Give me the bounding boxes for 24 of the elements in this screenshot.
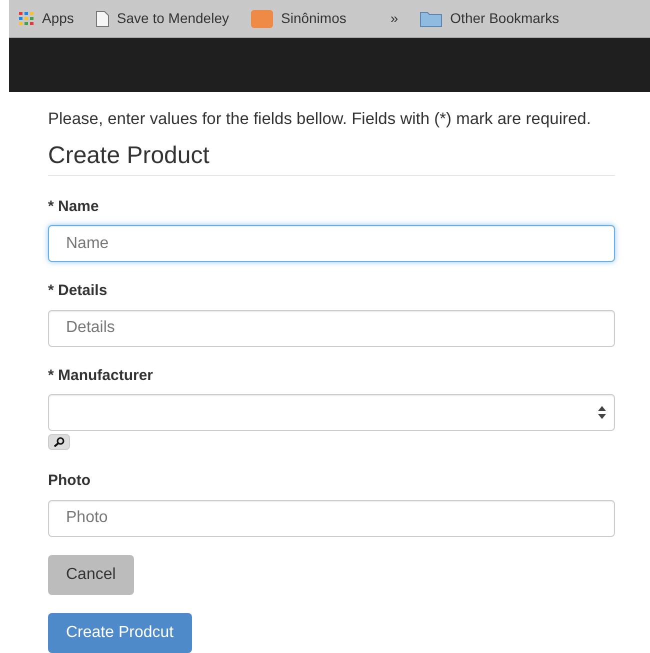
folder-icon bbox=[420, 10, 442, 27]
bookmark-link[interactable]: Other Bookmarks bbox=[450, 8, 560, 29]
dropdown-arrows-icon bbox=[598, 406, 606, 420]
search-button[interactable] bbox=[48, 434, 70, 450]
more-chevron[interactable]: » bbox=[390, 8, 398, 29]
bookmark-link[interactable]: Save to Mendeley bbox=[116, 8, 229, 29]
instruction-text: Please, enter values for the fields bellow. Fields with (*) mark are required. bbox=[48, 109, 592, 130]
field-label: * Name bbox=[48, 196, 100, 217]
bookmark-link[interactable]: Sinônimos bbox=[281, 8, 346, 29]
bookmark-tile-icon bbox=[251, 10, 273, 28]
field-label: * Manufacturer bbox=[48, 366, 154, 386]
create-button[interactable]: Create Prodcut bbox=[48, 612, 192, 653]
text-field[interactable]: Name bbox=[48, 225, 615, 262]
field-label: * Details bbox=[48, 281, 108, 302]
text-field[interactable]: Photo bbox=[48, 500, 615, 537]
search-icon bbox=[53, 437, 65, 448]
field-label: Photo bbox=[48, 471, 92, 492]
form-title: Create Product bbox=[48, 142, 615, 176]
bookmark-link[interactable]: Apps bbox=[42, 8, 74, 29]
dropdown-field[interactable] bbox=[48, 394, 615, 432]
apps-grid-icon bbox=[19, 12, 34, 26]
text-field[interactable]: Details bbox=[48, 310, 615, 347]
page-icon bbox=[96, 10, 109, 26]
cancel-button[interactable]: Cancel bbox=[48, 554, 134, 595]
